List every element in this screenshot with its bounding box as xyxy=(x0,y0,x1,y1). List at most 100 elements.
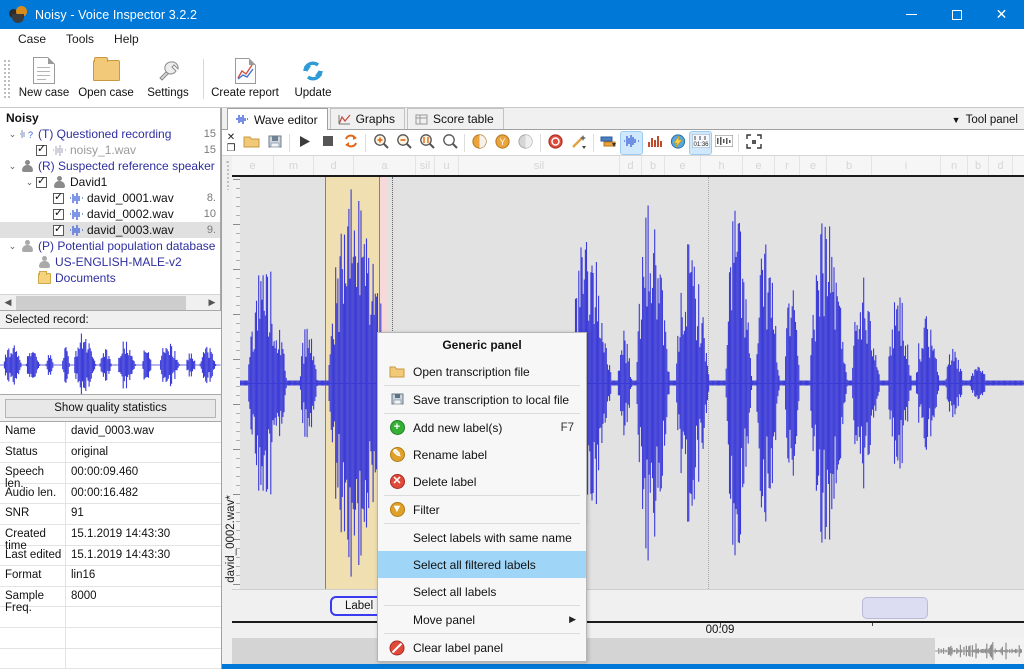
open-case-button[interactable]: Open case xyxy=(75,52,137,106)
context-menu-item-select-all-labels[interactable]: Select all labels xyxy=(378,578,586,605)
settings-button[interactable]: Settings xyxy=(137,52,199,106)
save-file-button[interactable] xyxy=(264,132,285,154)
phoneme-label[interactable]: sil xyxy=(459,156,620,175)
phoneme-label[interactable]: n xyxy=(941,156,968,175)
play-button[interactable] xyxy=(294,132,315,154)
phoneme-label[interactable]: u xyxy=(435,156,459,175)
record-y-button[interactable]: Y xyxy=(492,132,513,154)
phoneme-label[interactable]: m xyxy=(274,156,314,175)
overview-waveform[interactable] xyxy=(232,638,1024,664)
maximize-button[interactable] xyxy=(934,0,979,29)
context-menu-item-delete-label[interactable]: ✕ Delete label xyxy=(378,468,586,495)
checkbox[interactable] xyxy=(36,143,47,156)
scroll-right-icon[interactable]: ▶ xyxy=(204,295,220,311)
toolbar-grip[interactable] xyxy=(3,58,10,99)
scroll-thumb[interactable] xyxy=(16,295,186,310)
context-menu-item-move-panel[interactable]: Move panel ▶ xyxy=(378,606,586,633)
zoom-selection-button[interactable] xyxy=(416,132,437,154)
detect-button[interactable] xyxy=(545,132,566,154)
case-tree[interactable]: ⌄? (T) Questioned recording 15 noisy_1.wav 1… xyxy=(0,126,220,286)
close-button[interactable]: ✕ xyxy=(979,0,1024,29)
overview-selection-box[interactable] xyxy=(862,597,928,619)
tree-item-p-potential-population-database[interactable]: ⌄ (P) Potential population database xyxy=(0,238,220,254)
context-menu-item-save-transcription-to-local-file[interactable]: Save transcription to local file xyxy=(378,386,586,413)
phoneme-label[interactable]: e xyxy=(800,156,827,175)
phoneme-label[interactable]: a xyxy=(1013,156,1024,175)
phoneme-label[interactable]: b xyxy=(642,156,665,175)
phoneme-label[interactable]: d xyxy=(314,156,354,175)
checkbox[interactable] xyxy=(53,191,64,204)
zoom-fit-button[interactable] xyxy=(439,132,460,154)
timeline-overview[interactable]: 00:0800:09 xyxy=(232,597,1024,664)
tree-item-david-0001-wav[interactable]: david_0001.wav 8. xyxy=(0,190,220,206)
tree-item-us-english-male-v2[interactable]: US-ENGLISH-MALE-v2 xyxy=(0,254,220,270)
tree-item-documents[interactable]: Documents xyxy=(0,270,220,286)
create-report-button[interactable]: Create report xyxy=(208,52,282,106)
menu-tools[interactable]: Tools xyxy=(56,30,104,48)
minimize-button[interactable] xyxy=(889,0,934,29)
tree-horizontal-scrollbar[interactable]: ◀ ▶ xyxy=(0,294,220,310)
record-disabled-button[interactable] xyxy=(515,132,536,154)
tree-item-david1[interactable]: ⌄ David1 xyxy=(0,174,220,190)
zoom-out-button[interactable] xyxy=(393,132,414,154)
phoneme-label[interactable]: sil xyxy=(416,156,435,175)
chevron-down-icon[interactable]: ⌄ xyxy=(6,241,19,252)
checkbox[interactable] xyxy=(53,223,64,236)
tree-item-r-suspected-reference-speaker[interactable]: ⌄ (R) Suspected reference speaker xyxy=(0,158,220,174)
phoneme-label[interactable]: e xyxy=(232,156,274,175)
context-menu-item-filter[interactable]: ▼ Filter xyxy=(378,496,586,523)
context-menu-item-select-labels-with-same-name[interactable]: Select labels with same name xyxy=(378,524,586,551)
tool-panel-toggle[interactable]: ▼ Tool panel xyxy=(952,114,1018,126)
waveform-view-button[interactable] xyxy=(620,130,643,155)
new-case-button[interactable]: New case xyxy=(13,52,75,106)
menu-case[interactable]: Case xyxy=(8,30,56,48)
zoom-in-button[interactable] xyxy=(370,132,391,154)
tab-graphs[interactable]: Graphs xyxy=(329,108,405,129)
phoneme-label[interactable]: d xyxy=(620,156,642,175)
context-menu-item-open-transcription-file[interactable]: Open transcription file xyxy=(378,358,586,385)
dock-close-icon[interactable]: ✕ xyxy=(227,132,235,142)
chevron-down-icon[interactable]: ⌄ xyxy=(23,177,36,188)
tab-wave-editor[interactable]: Wave editor xyxy=(227,108,328,130)
tree-item-david-0002-wav[interactable]: david_0002.wav 10 xyxy=(0,206,220,222)
spectrum-view-button[interactable] xyxy=(644,132,665,154)
checkbox[interactable] xyxy=(36,175,47,188)
spectrogram-button[interactable] xyxy=(713,132,734,154)
phoneme-label[interactable]: e xyxy=(665,156,701,175)
phoneme-label[interactable]: b xyxy=(968,156,989,175)
timecode-button[interactable]: 01:36 xyxy=(689,130,712,155)
stop-button[interactable] xyxy=(317,132,338,154)
tree-item-noisy-1-wav[interactable]: noisy_1.wav 15 xyxy=(0,142,220,158)
chevron-down-icon[interactable]: ⌄ xyxy=(6,161,19,172)
record-a-button[interactable] xyxy=(469,132,490,154)
menu-help[interactable]: Help xyxy=(104,30,149,48)
auto-tools-button[interactable] xyxy=(568,132,589,154)
phoneme-label-strip[interactable]: emdasilusildbeherebinbdasilca xyxy=(232,156,1024,177)
selected-record-waveform[interactable] xyxy=(0,328,221,395)
checkbox[interactable] xyxy=(53,207,64,220)
show-quality-statistics-button[interactable]: Show quality statistics xyxy=(5,398,216,419)
waveform-canvas[interactable] xyxy=(240,177,1024,589)
open-file-button[interactable] xyxy=(241,132,262,154)
scroll-left-icon[interactable]: ◀ xyxy=(0,295,16,311)
phoneme-label[interactable]: i xyxy=(872,156,941,175)
loop-button[interactable] xyxy=(340,132,361,154)
dock-float-icon[interactable]: ❐ xyxy=(227,143,236,153)
label-tool-button[interactable] xyxy=(598,132,619,154)
phoneme-label[interactable]: e xyxy=(743,156,775,175)
phoneme-label[interactable]: a xyxy=(354,156,416,175)
context-menu[interactable]: Generic panel Open transcription file Sav… xyxy=(377,332,587,662)
energy-view-button[interactable] xyxy=(667,132,688,154)
tab-score-table[interactable]: Score table xyxy=(406,108,504,129)
update-button[interactable]: Update xyxy=(282,52,344,106)
context-menu-item-select-all-filtered-labels[interactable]: Select all filtered labels xyxy=(378,551,586,578)
scroll-track[interactable] xyxy=(16,294,204,310)
phoneme-label[interactable]: b xyxy=(827,156,872,175)
tree-item-david-0003-wav[interactable]: david_0003.wav 9. xyxy=(0,222,220,238)
fullscreen-button[interactable] xyxy=(743,132,764,154)
context-menu-item-clear-label-panel[interactable]: Clear label panel xyxy=(378,634,586,661)
phoneme-label[interactable]: h xyxy=(701,156,743,175)
phoneme-label[interactable]: d xyxy=(989,156,1013,175)
tree-item-t-questioned-recording[interactable]: ⌄? (T) Questioned recording 15 xyxy=(0,126,220,142)
context-menu-item-rename-label[interactable]: ✎ Rename label xyxy=(378,441,586,468)
